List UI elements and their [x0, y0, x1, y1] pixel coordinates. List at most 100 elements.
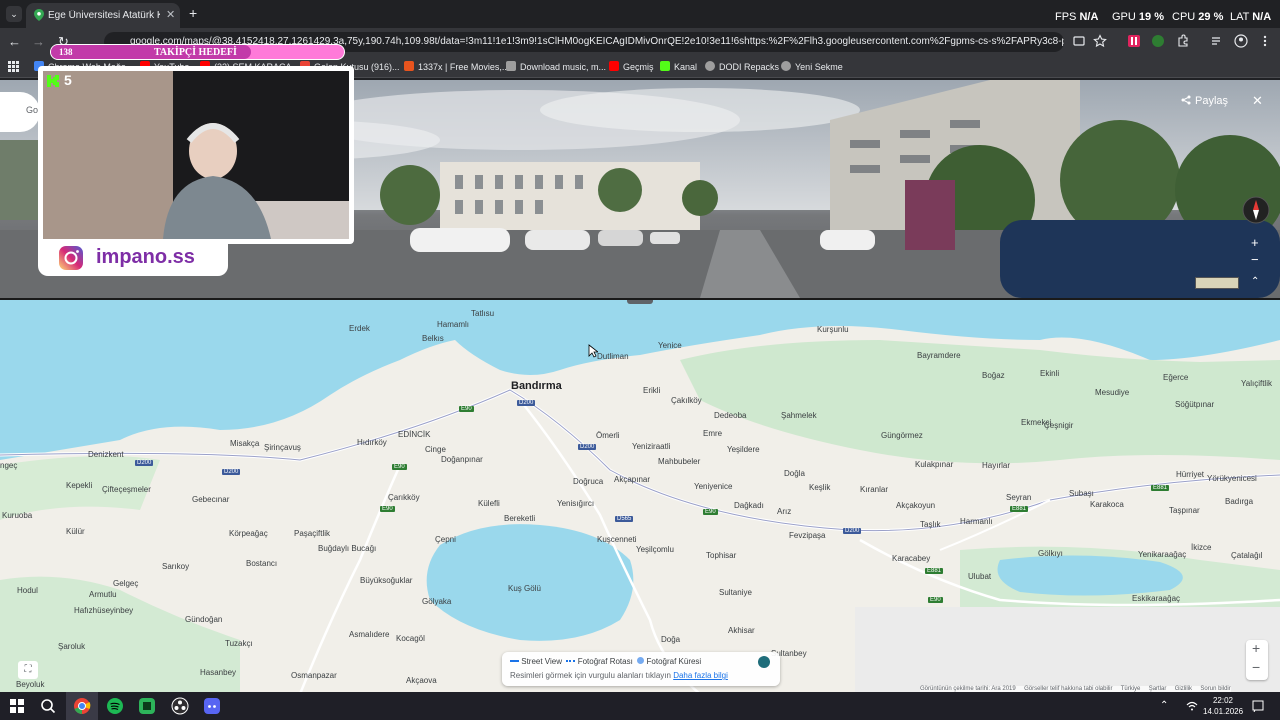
map-place-label[interactable]: Külefli	[478, 499, 500, 508]
map-place-label[interactable]: Yörükyenicesi	[1207, 474, 1257, 483]
expand-chevron-icon[interactable]: ⌃	[1251, 276, 1259, 287]
map-place-label[interactable]: Ulubat	[968, 572, 991, 581]
notifications-icon[interactable]	[1252, 700, 1264, 712]
map-place-label[interactable]: Beyoluk	[16, 680, 44, 689]
map-place-label[interactable]: Belkıs	[422, 334, 444, 343]
map-place-label[interactable]: Yeşilçomlu	[636, 545, 674, 554]
extension-red-icon[interactable]	[1127, 34, 1141, 48]
map-place-label[interactable]: Çifteçeşmeler	[102, 485, 151, 494]
map-place-label[interactable]: Arız	[777, 507, 791, 516]
map-place-label[interactable]: Karakoca	[1090, 500, 1124, 509]
fullscreen-icon[interactable]: ⛶	[18, 661, 38, 679]
map-place-label[interactable]: Buğdaylı Bucağı	[318, 544, 376, 553]
map-place-label[interactable]: Sultaniye	[719, 588, 752, 597]
map-zoom-out-button[interactable]: −	[1252, 659, 1260, 675]
map-place-label[interactable]: Kuruoba	[2, 511, 32, 520]
map-place-label[interactable]: Külür	[66, 527, 85, 536]
menu-kebab-icon[interactable]	[1258, 34, 1272, 48]
map-place-label[interactable]: Bayramdere	[917, 351, 961, 360]
extensions-puzzle-icon[interactable]	[1176, 34, 1190, 48]
map-view[interactable]: Bandırma Tatlısu Hamamlı Erdek Belkıs Dutlima…	[0, 298, 1280, 692]
map-place-label[interactable]: EDİNCİK	[398, 430, 430, 439]
layer-thumbnails[interactable]	[1195, 277, 1239, 289]
profile-avatar-icon[interactable]	[1234, 34, 1248, 48]
map-place-label[interactable]: Yenikaraağaç	[1138, 550, 1186, 559]
map-place-label[interactable]: Güngörmez	[881, 431, 923, 440]
learn-more-link[interactable]: Daha fazla bilgi	[673, 671, 728, 680]
map-place-label[interactable]: Emre	[703, 429, 722, 438]
map-place-label[interactable]: Gölyaka	[422, 597, 451, 606]
map-city-label[interactable]: Bandırma	[511, 380, 562, 392]
map-place-label[interactable]: Boğaz	[982, 371, 1005, 380]
map-place-label[interactable]: Çeşnigir	[1044, 421, 1073, 430]
discord-icon[interactable]	[203, 697, 221, 715]
map-place-label[interactable]: Kulakpınar	[915, 460, 953, 469]
split-resize-handle[interactable]	[627, 300, 653, 304]
map-place-label[interactable]: Mesudiye	[1095, 388, 1129, 397]
map-place-label[interactable]: Bereketli	[504, 514, 535, 523]
map-place-label[interactable]: Hürriyet	[1176, 470, 1204, 479]
map-place-label[interactable]: Ekinli	[1040, 369, 1059, 378]
map-place-label[interactable]: Kocagöl	[396, 634, 425, 643]
map-place-label[interactable]: Armutlu	[89, 590, 117, 599]
map-place-label[interactable]: Taşlık	[920, 520, 940, 529]
map-place-label[interactable]: Gölkıyı	[1038, 549, 1063, 558]
obs-icon[interactable]	[171, 697, 189, 715]
media-controls-icon[interactable]	[1210, 34, 1224, 48]
bookmark-history[interactable]: Geçmiş	[609, 61, 654, 72]
map-place-label[interactable]: Yeniziraatli	[632, 442, 670, 451]
map-place-label[interactable]: Şirinçavuş	[264, 443, 301, 452]
map-place-label[interactable]: Akçakoyun	[896, 501, 935, 510]
share-button[interactable]: Paylaş	[1181, 95, 1228, 107]
map-place-label[interactable]: Tophisar	[706, 551, 736, 560]
clock[interactable]: 22:02 14.01.2026	[1203, 695, 1243, 717]
map-place-label[interactable]: Fevzipaşa	[789, 531, 825, 540]
map-place-label[interactable]: Keşlik	[809, 483, 830, 492]
active-tab[interactable]: Ege Üniversitesi Atatürk Kültür ✕	[26, 3, 180, 28]
map-place-label[interactable]: Seyran	[1006, 493, 1031, 502]
bookmark-star-icon[interactable]	[1093, 34, 1107, 48]
map-place-label[interactable]: Denizkent	[88, 450, 124, 459]
map-place-label[interactable]: Doğa	[661, 635, 680, 644]
street-zoom-in-button[interactable]: +	[1251, 235, 1259, 250]
close-street-view-icon[interactable]: ✕	[1252, 93, 1263, 109]
map-place-label[interactable]: Akhisar	[728, 626, 755, 635]
bookmark-download-music[interactable]: Download music, m...	[506, 61, 606, 72]
map-place-label[interactable]: Şahmelek	[781, 411, 817, 420]
app-green-icon[interactable]	[138, 697, 156, 715]
bookmark-kanal[interactable]: Kanal	[660, 61, 697, 72]
back-arrow-icon[interactable]: ←	[8, 34, 21, 49]
install-app-icon[interactable]	[1072, 34, 1086, 48]
map-place-label[interactable]: Yenice	[658, 341, 682, 350]
map-place-label[interactable]: Şaroluk	[58, 642, 85, 651]
map-place-label[interactable]: Hayırlar	[982, 461, 1010, 470]
map-place-label[interactable]: Misakça	[230, 439, 259, 448]
map-place-label[interactable]: Mahbubeler	[658, 457, 700, 466]
map-place-label[interactable]: Osmanpazar	[291, 671, 337, 680]
map-place-label[interactable]: Gündoğan	[185, 615, 222, 624]
map-place-label[interactable]: Çepni	[435, 535, 456, 544]
map-place-label[interactable]: Kıranlar	[860, 485, 888, 494]
map-place-label[interactable]: Karacabey	[892, 554, 930, 563]
map-place-label[interactable]: Yalıçiftlik	[1241, 379, 1272, 388]
bookmark-new-tab[interactable]: Yeni Sekme	[781, 61, 843, 72]
map-place-label[interactable]: Yeşildere	[727, 445, 760, 454]
map-place-label[interactable]: Erikli	[643, 386, 660, 395]
spotify-icon[interactable]	[106, 697, 124, 715]
map-place-label[interactable]: Çakılköy	[671, 396, 702, 405]
map-place-label[interactable]: Doğla	[784, 469, 805, 478]
map-place-label[interactable]: Kuşcenneti	[597, 535, 637, 544]
map-place-label[interactable]: Paşaçiftlik	[294, 529, 330, 538]
map-place-label[interactable]: Badırga	[1225, 497, 1253, 506]
map-place-label[interactable]: Cinge	[425, 445, 446, 454]
search-box-fragment[interactable]: Go	[0, 92, 40, 132]
legend-toggle[interactable]	[758, 656, 770, 668]
map-place-label[interactable]: Doğruca	[573, 477, 603, 486]
map-place-label[interactable]: Hamamlı	[437, 320, 469, 329]
map-place-label[interactable]: Dedeoba	[714, 411, 746, 420]
map-place-label[interactable]: Ömerli	[596, 431, 620, 440]
map-place-label[interactable]: Tuzakçı	[225, 639, 253, 648]
map-place-label[interactable]: Dutliman	[597, 352, 629, 361]
map-place-label[interactable]: Taşpınar	[1169, 506, 1200, 515]
chrome-icon[interactable]	[73, 697, 91, 715]
